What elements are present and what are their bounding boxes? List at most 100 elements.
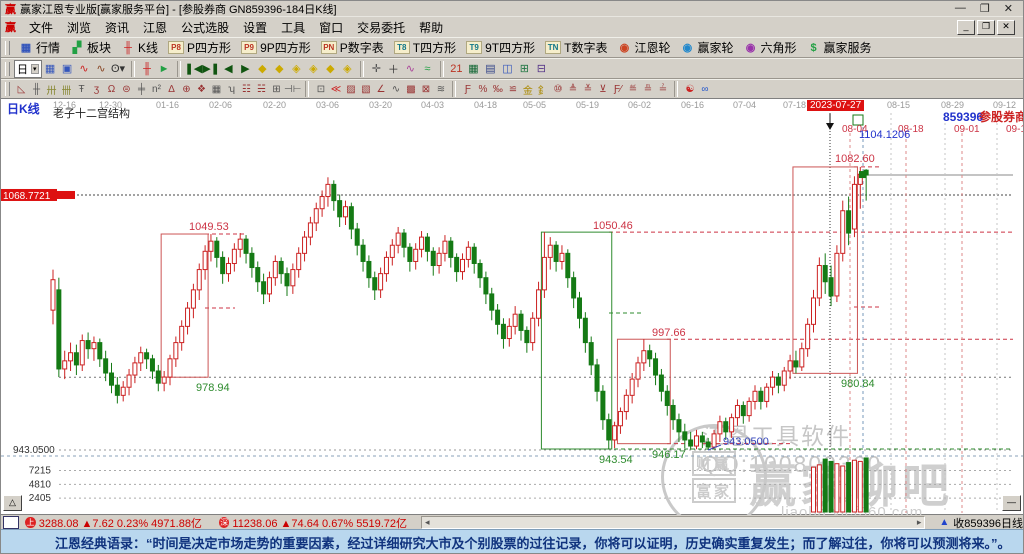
menu-item-5[interactable]: 设置: [236, 17, 274, 38]
draw-tool-icon-18[interactable]: ⊣⊢: [284, 82, 301, 97]
draw-tool-icon-42[interactable]: ≞: [640, 82, 655, 97]
menu-item-6[interactable]: 工具: [274, 17, 312, 38]
draw-tool-icon-46[interactable]: ∞: [697, 82, 712, 97]
draw-tool-icon-7[interactable]: ⊜: [119, 82, 134, 97]
draw-tool-icon-1[interactable]: ╫: [29, 82, 44, 97]
date-tick-12-30[interactable]: 12-30: [99, 100, 122, 110]
date-tick-01-16[interactable]: 01-16: [156, 100, 179, 110]
draw-tool-icon-31[interactable]: %: [475, 82, 490, 97]
mdi-restore-icon[interactable]: ❐: [977, 19, 995, 35]
draw-tool-icon-26[interactable]: ▩: [403, 82, 418, 97]
tool2-icon-0[interactable]: ▦: [42, 60, 59, 77]
draw-tool-icon-43[interactable]: ≟: [655, 82, 670, 97]
menu-item-8[interactable]: 交易委托: [350, 17, 412, 38]
tool2-icon-28[interactable]: ◫: [499, 60, 516, 77]
date-tick-09-12[interactable]: 09-12: [993, 100, 1016, 110]
draw-tool-icon-39[interactable]: ⊻: [595, 82, 610, 97]
menu-item-4[interactable]: 公式选股: [174, 17, 236, 38]
date-tick-02-06[interactable]: 02-06: [209, 100, 232, 110]
menu-item-3[interactable]: 江恩: [136, 17, 174, 38]
expand-volume-button[interactable]: △: [3, 495, 22, 511]
draw-tool-icon-22[interactable]: ▨: [343, 82, 358, 97]
date-tick-03-06[interactable]: 03-06: [316, 100, 339, 110]
date-tick-07-18[interactable]: 07-18: [783, 100, 806, 110]
menu-item-7[interactable]: 窗口: [312, 17, 350, 38]
date-tick-07-04[interactable]: 07-04: [733, 100, 756, 110]
close-icon[interactable]: ✕: [1004, 2, 1013, 15]
tool2-icon-21[interactable]: ＋: [385, 60, 402, 77]
draw-tool-icon-0[interactable]: ◺: [14, 82, 29, 97]
tool2-icon-2[interactable]: ∿: [76, 60, 93, 77]
tool-P四方形[interactable]: P8 P四方形: [163, 38, 236, 57]
draw-tool-icon-11[interactable]: ⊕: [179, 82, 194, 97]
tool2-icon-20[interactable]: ✛: [368, 60, 385, 77]
draw-tool-icon-41[interactable]: ≝: [625, 82, 640, 97]
date-tick-06-02[interactable]: 06-02: [628, 100, 651, 110]
date-tick-06-16[interactable]: 06-16: [681, 100, 704, 110]
tool2-icon-11[interactable]: ◀: [220, 60, 237, 77]
draw-tool-icon-21[interactable]: ≪: [328, 82, 343, 97]
tool2-icon-3[interactable]: ∿: [93, 60, 110, 77]
menu-item-0[interactable]: 文件: [22, 17, 60, 38]
horizontal-scrollbar[interactable]: ◂ ▸: [421, 516, 926, 529]
tool2-icon-23[interactable]: ≈: [419, 60, 436, 77]
draw-tool-icon-4[interactable]: Ŧ: [74, 82, 89, 97]
tool-赢家轮[interactable]: ◉ 赢家轮: [675, 38, 738, 57]
draw-tool-icon-45[interactable]: ☯: [682, 82, 697, 97]
date-tick-04-18[interactable]: 04-18: [474, 100, 497, 110]
tool2-icon-17[interactable]: ◆: [322, 60, 339, 77]
period-combo[interactable]: 日 ▾: [14, 59, 42, 78]
tool2-icon-29[interactable]: ⊞: [516, 60, 533, 77]
restore-icon[interactable]: ❐: [980, 2, 990, 15]
draw-tool-icon-37[interactable]: ≜: [565, 82, 580, 97]
current-date-tick[interactable]: 2023-07-27: [807, 100, 865, 111]
date-tick-04-03[interactable]: 04-03: [421, 100, 444, 110]
tool2-icon-15[interactable]: ◈: [288, 60, 305, 77]
tool-T数字表[interactable]: TN T数字表: [540, 38, 612, 57]
scroll-left-icon[interactable]: ◂: [425, 517, 430, 528]
tool-P数字表[interactable]: PN P数字表: [316, 38, 389, 57]
draw-tool-icon-16[interactable]: ☵: [254, 82, 269, 97]
tool2-icon-10[interactable]: ▶❚: [202, 60, 220, 77]
tool2-icon-22[interactable]: ∿: [402, 60, 419, 77]
collapse-button[interactable]: —: [1002, 495, 1021, 511]
tool-T四方形[interactable]: T8 T四方形: [389, 38, 461, 57]
quote-table-icon[interactable]: [3, 516, 20, 529]
tool-江恩轮[interactable]: ◉ 江恩轮: [612, 38, 675, 57]
mdi-minimize-icon[interactable]: _: [957, 19, 975, 35]
tool2-icon-1[interactable]: ▣: [59, 60, 76, 77]
draw-tool-icon-36[interactable]: ⑩: [550, 82, 565, 97]
tool-9P四方形[interactable]: P9 9P四方形: [236, 38, 316, 57]
chevron-down-icon[interactable]: ▾: [31, 63, 39, 74]
date-tick-05-05[interactable]: 05-05: [523, 100, 546, 110]
draw-tool-icon-24[interactable]: ∠: [373, 82, 388, 97]
tool-K线[interactable]: ╫ K线: [116, 38, 163, 57]
tool2-icon-26[interactable]: ▦: [465, 60, 482, 77]
draw-tool-icon-20[interactable]: ⊡: [313, 82, 328, 97]
tool-赢家服务[interactable]: $ 赢家服务: [802, 38, 877, 57]
tool2-icon-18[interactable]: ◈: [339, 60, 356, 77]
draw-tool-icon-5[interactable]: ʒ: [89, 82, 104, 97]
date-tick-12-16[interactable]: 12-16: [53, 100, 76, 110]
draw-tool-icon-27[interactable]: ⊠: [418, 82, 433, 97]
tool2-icon-13[interactable]: ◆: [254, 60, 271, 77]
tool-板块[interactable]: ▞ 板块: [65, 38, 116, 57]
tool-行情[interactable]: ▦ 行情: [14, 38, 65, 57]
tool2-icon-6[interactable]: ╫: [139, 60, 156, 77]
menu-item-2[interactable]: 资讯: [98, 17, 136, 38]
tool2-icon-12[interactable]: ▶: [237, 60, 254, 77]
date-tick-03-20[interactable]: 03-20: [369, 100, 392, 110]
draw-tool-icon-15[interactable]: ☷: [239, 82, 254, 97]
tool2-icon-4[interactable]: ʘ▾: [110, 60, 127, 77]
draw-tool-icon-25[interactable]: ∿: [388, 82, 403, 97]
draw-tool-icon-38[interactable]: ≚: [580, 82, 595, 97]
draw-tool-icon-30[interactable]: Ƒ: [460, 82, 475, 97]
candlestick-chart-canvas[interactable]: 7215 4810 2405 1049.53 978.94 1050.46 943.54 99…: [1, 99, 1024, 515]
date-tick-08-29[interactable]: 08-29: [941, 100, 964, 110]
menu-item-9[interactable]: 帮助: [412, 17, 450, 38]
minimize-icon[interactable]: —: [955, 2, 966, 15]
date-tick-08-15[interactable]: 08-15: [887, 100, 910, 110]
tool-六角形[interactable]: ◉ 六角形: [739, 38, 802, 57]
draw-tool-icon-28[interactable]: ≋: [433, 82, 448, 97]
tool2-icon-30[interactable]: ⊟: [533, 60, 550, 77]
